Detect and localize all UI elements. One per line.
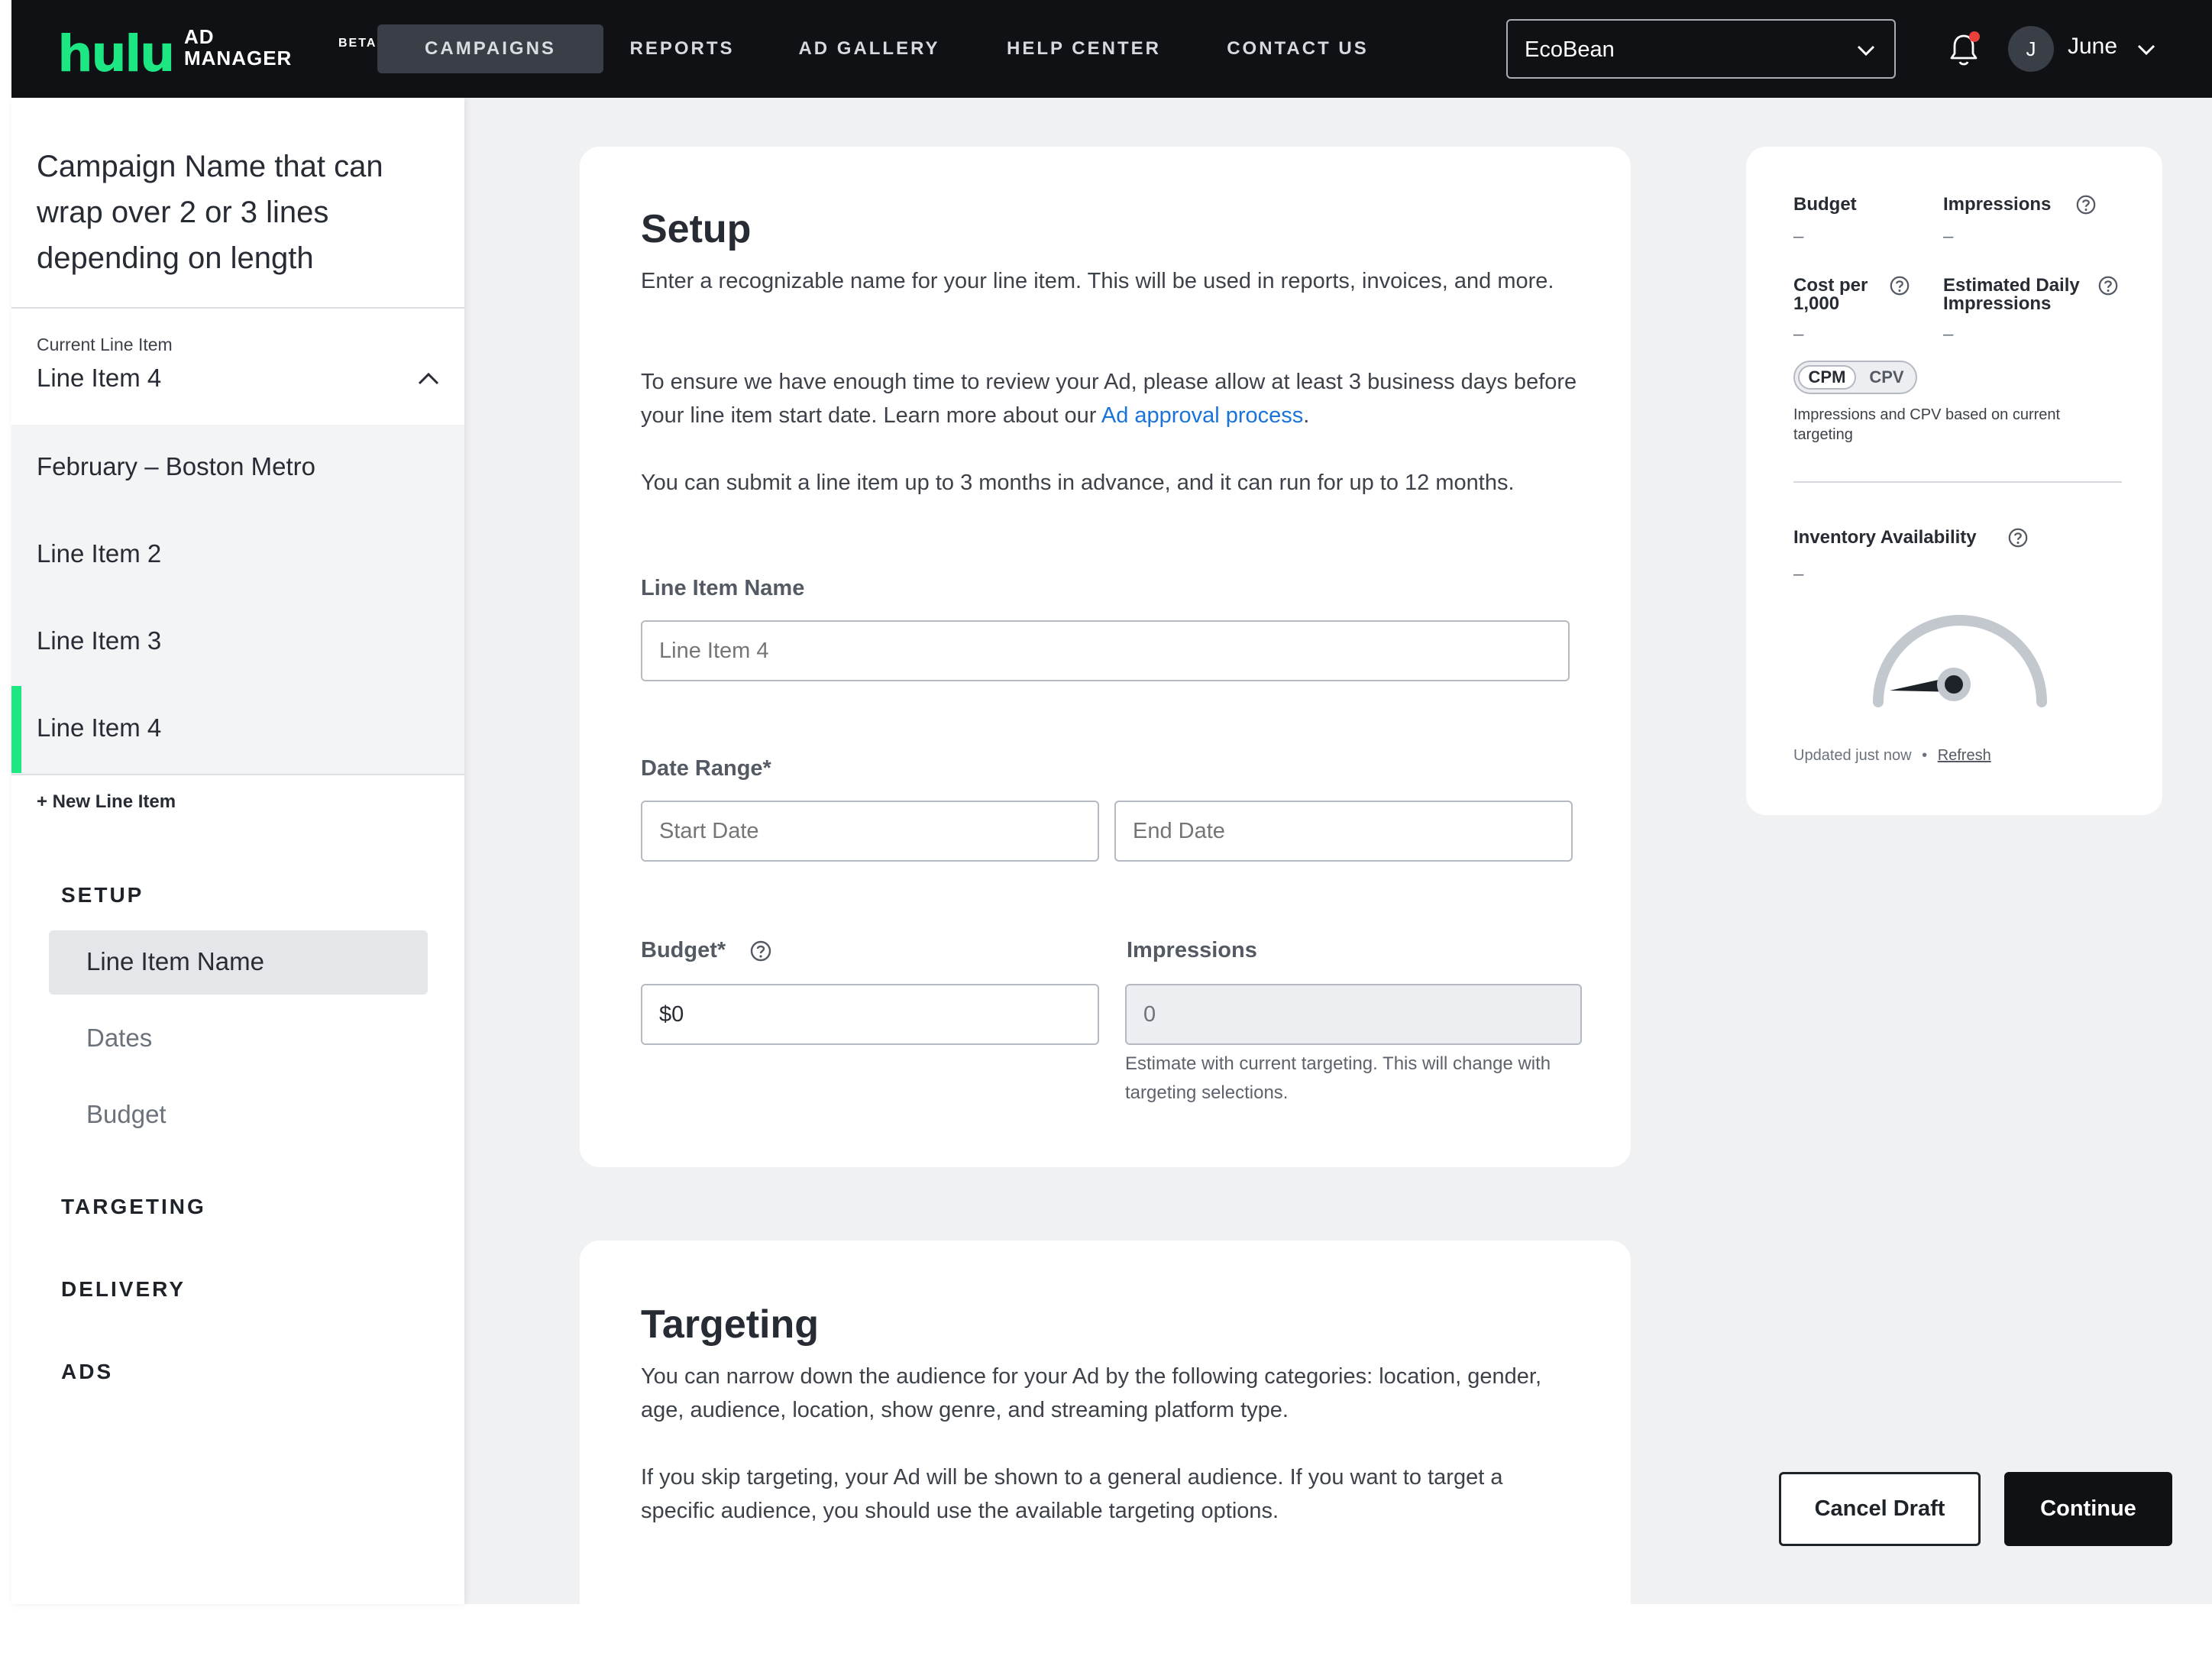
inventory-availability-value: – (1793, 564, 1804, 584)
help-circle-icon[interactable] (2097, 275, 2119, 300)
chevron-down-icon (1855, 39, 1877, 66)
top-navigation-bar: hulu AD MANAGER BETA CAMPAIGNS REPORTS AD… (11, 0, 2212, 98)
last-updated-text: Updated just now • Refresh (1793, 747, 1991, 764)
summary-estimated-daily-impressions-label: Estimated Daily Impressions (1943, 275, 2080, 314)
setup-advance-text: You can submit a line item up to 3 month… (641, 471, 1515, 495)
setup-review-text: To ensure we have enough time to review … (641, 370, 1577, 428)
cancel-draft-button[interactable]: Cancel Draft (1779, 1472, 1981, 1546)
inventory-availability-label: Inventory Availability (1793, 527, 1977, 548)
targeting-title: Targeting (641, 1302, 820, 1347)
line-item-2[interactable]: Line Item 2 (37, 539, 161, 568)
line-item-sidebar: Campaign Name that can wrap over 2 or 3 … (11, 98, 464, 1604)
impressions-input (1125, 984, 1582, 1045)
summary-note: Impressions and CPV based on current tar… (1793, 406, 2061, 443)
line-item-4[interactable]: Line Item 4 (37, 713, 161, 742)
current-line-item-value[interactable]: Line Item 4 (37, 364, 161, 393)
continue-button[interactable]: Continue (2004, 1472, 2172, 1546)
setup-title: Setup (641, 207, 752, 251)
help-circle-icon[interactable] (2007, 527, 2029, 552)
line-item-february-boston-metro[interactable]: February – Boston Metro (37, 452, 315, 481)
impressions-hint: Estimate with current targeting. This wi… (1125, 1053, 1551, 1103)
cpm-cpv-toggle[interactable]: CPM CPV (1793, 361, 1917, 394)
summary-cpm-label: Cost per 1,000 (1793, 275, 1868, 314)
chevron-up-icon[interactable] (416, 367, 441, 395)
divider (11, 307, 464, 309)
summary-estimated-daily-impressions-value: – (1943, 324, 1954, 345)
subitem-line-item-name[interactable]: Line Item Name (86, 947, 264, 976)
summary-budget-value: – (1793, 226, 1804, 247)
summary-impressions-label: Impressions (1943, 194, 2052, 215)
campaign-name: Campaign Name that can wrap over 2 or 3 … (37, 150, 383, 275)
targeting-intro-text: You can narrow down the audience for you… (641, 1364, 1542, 1422)
refresh-link[interactable]: Refresh (1938, 747, 1991, 764)
line-item-3[interactable]: Line Item 3 (37, 626, 161, 655)
logo-hulu-text: hulu (57, 24, 176, 83)
chevron-down-icon[interactable] (2135, 38, 2158, 65)
section-targeting[interactable]: TARGETING (61, 1195, 206, 1219)
bullet-separator: • (1922, 747, 1928, 764)
inventory-gauge (1868, 599, 2052, 717)
logo-ad-manager-text: AD MANAGER (184, 25, 293, 70)
section-delivery[interactable]: DELIVERY (61, 1277, 186, 1302)
help-circle-icon[interactable] (2075, 194, 2097, 219)
summary-cpm-value: – (1793, 324, 1804, 345)
subitem-budget[interactable]: Budget (86, 1100, 167, 1129)
avatar[interactable]: J (2008, 26, 2054, 72)
budget-input[interactable] (641, 984, 1099, 1045)
start-date-input[interactable] (641, 801, 1099, 862)
divider (11, 774, 464, 775)
help-circle-icon[interactable] (1889, 275, 1910, 300)
impressions-label: Impressions (1127, 938, 1257, 962)
user-name[interactable]: June (2068, 34, 2117, 60)
nav-campaigns[interactable]: CAMPAIGNS (377, 24, 603, 73)
nav-contact-us[interactable]: CONTACT US (1159, 24, 1437, 73)
targeting-skip-text: If you skip targeting, your Ad will be s… (641, 1465, 1503, 1523)
toggle-option-cpv[interactable]: CPV (1862, 365, 1911, 390)
ad-approval-process-link[interactable]: Ad approval process (1101, 403, 1303, 428)
summary-impressions-value: – (1943, 226, 1954, 247)
section-setup[interactable]: SETUP (61, 883, 144, 907)
divider (1793, 481, 2122, 483)
app-frame: hulu AD MANAGER BETA CAMPAIGNS REPORTS AD… (11, 0, 2212, 1653)
current-line-item-label: Current Line Item (37, 335, 173, 354)
date-range-label: Date Range* (641, 756, 771, 781)
notification-dot (1969, 31, 1980, 42)
end-date-input[interactable] (1114, 801, 1573, 862)
setup-card: Setup Enter a recognizable name for your… (580, 147, 1631, 1167)
line-item-name-label: Line Item Name (641, 576, 805, 600)
section-ads[interactable]: ADS (61, 1360, 113, 1384)
line-item-name-input[interactable] (641, 620, 1570, 681)
summary-card: Budget – Impressions – Cost per 1,000 – E… (1746, 147, 2162, 815)
beta-badge: BETA (338, 37, 377, 50)
active-indicator (11, 686, 21, 773)
targeting-card: Targeting You can narrow down the audien… (580, 1241, 1631, 1653)
subitem-dates[interactable]: Dates (86, 1024, 152, 1053)
setup-intro-text: Enter a recognizable name for your line … (641, 269, 1554, 293)
bell-icon[interactable] (1944, 29, 1984, 73)
summary-budget-label: Budget (1793, 194, 1857, 215)
account-select-value: EcoBean (1525, 37, 1615, 62)
help-circle-icon[interactable] (749, 940, 772, 966)
account-select[interactable]: EcoBean (1506, 19, 1896, 79)
budget-label: Budget* (641, 938, 726, 962)
toggle-option-cpm[interactable]: CPM (1798, 365, 1856, 390)
new-line-item-button[interactable]: + New Line Item (37, 791, 176, 813)
